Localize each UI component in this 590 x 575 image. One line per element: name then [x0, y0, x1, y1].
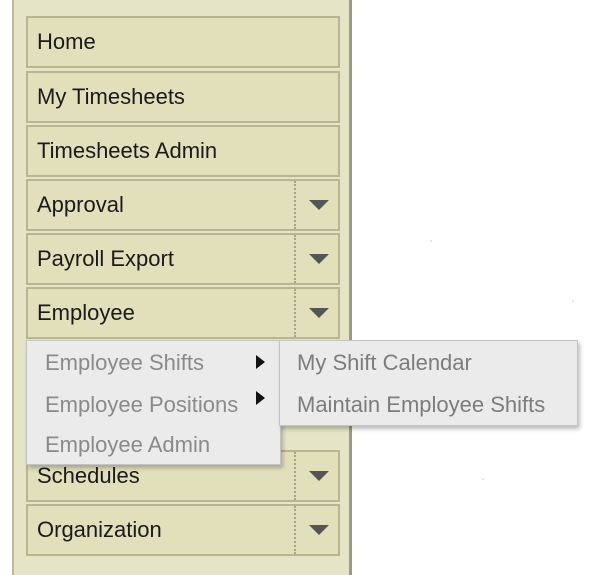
menu-item-payroll-export[interactable]: Payroll Export [26, 233, 340, 285]
chevron-down-icon [309, 254, 329, 264]
menu-item-label: Payroll Export [37, 246, 174, 271]
background-speck [430, 240, 432, 242]
flyout-item-maintain-employee-shifts[interactable]: Maintain Employee Shifts [297, 392, 545, 418]
menu-item-label: Home [37, 29, 96, 54]
menu-item-employee[interactable]: Employee [26, 287, 340, 339]
submenu-item-employee-shifts[interactable]: Employee Shifts [45, 350, 204, 376]
menu-item-organization[interactable]: Organization [26, 504, 340, 556]
employee-submenu: Employee Shifts Employee Positions Emplo… [26, 340, 281, 465]
menu-item-label: My Timesheets [37, 84, 185, 109]
schedules-dropdown-button[interactable] [294, 452, 338, 500]
employee-dropdown-button[interactable] [294, 289, 338, 337]
menu-item-label: Schedules [37, 463, 140, 488]
background-speck [482, 478, 484, 480]
menu-item-timesheets-admin[interactable]: Timesheets Admin [26, 125, 340, 177]
menu-item-home[interactable]: Home [26, 16, 340, 68]
menu-item-label: Timesheets Admin [37, 138, 218, 163]
flyout-item-my-shift-calendar[interactable]: My Shift Calendar [297, 350, 472, 376]
chevron-right-icon [256, 391, 265, 405]
menu-item-label: Approval [37, 192, 124, 217]
menu-item-label: Employee [37, 300, 135, 325]
submenu-item-employee-admin[interactable]: Employee Admin [45, 432, 210, 458]
approval-dropdown-button[interactable] [294, 181, 338, 229]
payroll-export-dropdown-button[interactable] [294, 235, 338, 283]
chevron-down-icon [309, 200, 329, 210]
employee-shifts-flyout: My Shift Calendar Maintain Employee Shif… [279, 340, 578, 426]
organization-dropdown-button[interactable] [294, 506, 338, 554]
chevron-down-icon [309, 525, 329, 535]
menu-item-label: Organization [37, 517, 162, 542]
menu-item-my-timesheets[interactable]: My Timesheets [26, 71, 340, 123]
background-speck [572, 300, 574, 302]
submenu-item-employee-positions[interactable]: Employee Positions [45, 392, 238, 418]
menu-item-approval[interactable]: Approval [26, 179, 340, 231]
chevron-down-icon [309, 471, 329, 481]
chevron-down-icon [309, 308, 329, 318]
chevron-right-icon [256, 355, 265, 369]
